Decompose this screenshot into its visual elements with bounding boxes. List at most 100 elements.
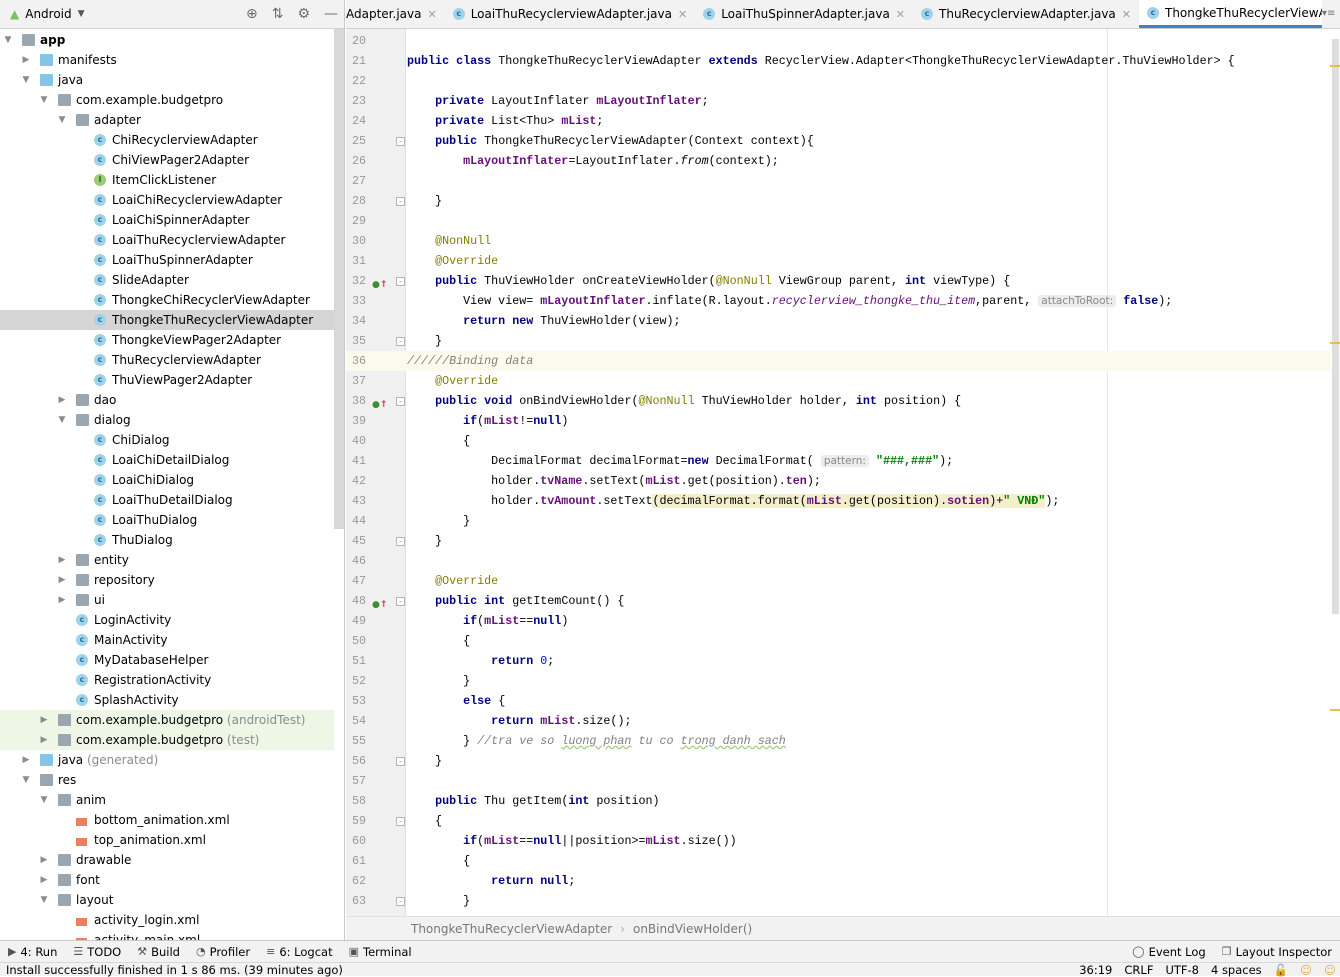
code-line[interactable]: 36 //////Binding data <box>346 351 1330 371</box>
code-editor[interactable]: 20 21 public class ThongkeThuRecyclerViewA… <box>346 29 1330 916</box>
code-line[interactable]: 22 <box>346 71 1330 91</box>
tree-scrollbar[interactable] <box>334 29 344 529</box>
tab-adapter[interactable]: Adapter.java ✕ <box>346 0 445 28</box>
inspector-face-icon[interactable]: ☺ <box>1300 963 1312 977</box>
tree-item[interactable]: ▶ drawable <box>0 850 334 870</box>
minimize-icon[interactable]: — <box>324 6 338 22</box>
close-icon[interactable]: ✕ <box>1122 8 1131 21</box>
fold-marker-icon[interactable]: - <box>396 537 405 546</box>
collapsed-arrow-icon[interactable]: ▶ <box>39 735 49 745</box>
scrollbar-thumb[interactable] <box>1332 39 1339 614</box>
close-icon[interactable]: ✕ <box>896 8 905 21</box>
tree-item[interactable]: c SplashActivity <box>0 690 334 710</box>
warning-marker[interactable] <box>1330 342 1340 344</box>
code-line[interactable]: 60 if(mList==null||position>=mList.size(… <box>346 831 1330 851</box>
tree-item[interactable]: ▼ layout <box>0 890 334 910</box>
fold-marker-icon[interactable]: - <box>396 817 405 826</box>
tree-item[interactable]: ▼ com.example.budgetpro <box>0 90 334 110</box>
editor-scrollbar[interactable] <box>1330 29 1340 916</box>
tree-item[interactable]: c LoaiChiSpinnerAdapter <box>0 210 334 230</box>
tree-item[interactable]: c SlideAdapter <box>0 270 334 290</box>
tree-item[interactable]: activity_login.xml <box>0 910 334 930</box>
fold-marker-icon[interactable]: - <box>396 597 405 606</box>
tree-item[interactable]: c LoaiThuRecyclerviewAdapter <box>0 230 334 250</box>
tool-window-profiler[interactable]: ◔ Profiler <box>188 945 258 959</box>
tool-window-event-log[interactable]: ◯ Event Log <box>1124 945 1213 959</box>
code-line[interactable]: 57 <box>346 771 1330 791</box>
collapsed-arrow-icon[interactable]: ▶ <box>21 755 31 765</box>
lock-icon[interactable]: 🔓 <box>1274 963 1288 977</box>
chevron-down-icon[interactable]: ▼ <box>78 9 85 19</box>
tool-window-logcat[interactable]: ≡ 6: Logcat <box>258 945 341 959</box>
tree-item[interactable]: ▶ repository <box>0 570 334 590</box>
code-line[interactable]: 38 ●↑ - public void onBindViewHolder(@NonN… <box>346 391 1330 411</box>
collapsed-arrow-icon[interactable]: ▶ <box>39 875 49 885</box>
tree-item[interactable]: c ThuDialog <box>0 530 334 550</box>
tab-loaithuspinneradapter[interactable]: c LoaiThuSpinnerAdapter.java ✕ <box>695 0 913 28</box>
tree-item[interactable]: c LoaiThuSpinnerAdapter <box>0 250 334 270</box>
breadcrumb-method[interactable]: onBindViewHolder() <box>633 922 752 936</box>
feedback-face-icon[interactable]: ☺ <box>1324 963 1336 977</box>
code-line[interactable]: 47 @Override <box>346 571 1330 591</box>
code-line[interactable]: 33 View view= mLayoutInflater.inflate(R.… <box>346 291 1330 311</box>
tree-item[interactable]: c ChiViewPager2Adapter <box>0 150 334 170</box>
tree-item[interactable]: c LoaiThuDialog <box>0 510 334 530</box>
code-line[interactable]: 54 return mList.size(); <box>346 711 1330 731</box>
code-line[interactable]: 37 @Override <box>346 371 1330 391</box>
status-message[interactable]: Install successfully finished in 1 s 86 … <box>6 963 343 977</box>
tool-window-todo[interactable]: ☰ TODO <box>65 945 129 959</box>
tree-item[interactable]: c LoaiChiRecyclerviewAdapter <box>0 190 334 210</box>
code-line[interactable]: 59 - { <box>346 811 1330 831</box>
fold-marker-icon[interactable]: - <box>396 397 405 406</box>
tree-item[interactable]: ▶ manifests <box>0 50 334 70</box>
code-line[interactable]: 21 public class ThongkeThuRecyclerViewAda… <box>346 51 1330 71</box>
tree-item[interactable]: ▼ adapter <box>0 110 334 130</box>
tree-item[interactable]: c LoaiChiDialog <box>0 470 334 490</box>
tab-loaithurecyclerviewadapter[interactable]: c LoaiThuRecyclerviewAdapter.java ✕ <box>445 0 696 28</box>
gear-icon[interactable]: ⚙ <box>297 6 310 22</box>
tree-item[interactable]: c RegistrationActivity <box>0 670 334 690</box>
code-line[interactable]: 30 @NonNull <box>346 231 1330 251</box>
collapsed-arrow-icon[interactable]: ▶ <box>57 555 67 565</box>
code-line[interactable]: 39 if(mList!=null) <box>346 411 1330 431</box>
code-line[interactable]: 61 { <box>346 851 1330 871</box>
tree-item[interactable]: bottom_animation.xml <box>0 810 334 830</box>
fold-marker-icon[interactable]: - <box>396 757 405 766</box>
close-icon[interactable]: ✕ <box>678 8 687 21</box>
view-selector[interactable]: Android <box>25 7 71 21</box>
code-line[interactable]: 28 - } <box>346 191 1330 211</box>
tree-item[interactable]: ▶ dao <box>0 390 334 410</box>
collapsed-arrow-icon[interactable]: ▶ <box>57 595 67 605</box>
code-line[interactable]: 26 mLayoutInflater=LayoutInflater.from(c… <box>346 151 1330 171</box>
tab-list-menu-icon[interactable]: ▾≡ <box>1322 0 1340 28</box>
code-line[interactable]: 63 - } <box>346 891 1330 911</box>
collapsed-arrow-icon[interactable]: ▶ <box>57 575 67 585</box>
tab-thurecyclerviewadapter[interactable]: c ThuRecyclerviewAdapter.java ✕ <box>913 0 1139 28</box>
code-line[interactable]: 23 private LayoutInflater mLayoutInflate… <box>346 91 1330 111</box>
line-separator[interactable]: CRLF <box>1124 963 1153 977</box>
tree-item[interactable]: c MyDatabaseHelper <box>0 650 334 670</box>
code-line[interactable]: 48 ●↑ - public int getItemCount() { <box>346 591 1330 611</box>
expanded-arrow-icon[interactable]: ▼ <box>21 775 31 785</box>
code-line[interactable]: 42 holder.tvName.setText(mList.get(posit… <box>346 471 1330 491</box>
code-line[interactable]: 50 { <box>346 631 1330 651</box>
tree-item[interactable]: ▶ ui <box>0 590 334 610</box>
tree-item[interactable]: c ThuRecyclerviewAdapter <box>0 350 334 370</box>
collapse-all-icon[interactable]: ⇅ <box>272 6 284 22</box>
expanded-arrow-icon[interactable]: ▼ <box>21 75 31 85</box>
expanded-arrow-icon[interactable]: ▼ <box>39 95 49 105</box>
code-line[interactable]: 55 } //tra ve so luong phan tu co trong … <box>346 731 1330 751</box>
indent-setting[interactable]: 4 spaces <box>1211 963 1262 977</box>
code-line[interactable]: 45 - } <box>346 531 1330 551</box>
fold-marker-icon[interactable]: - <box>396 137 405 146</box>
close-icon[interactable]: ✕ <box>427 8 436 21</box>
tree-item[interactable]: ▼ app <box>0 30 334 50</box>
tree-item[interactable]: c LoginActivity <box>0 610 334 630</box>
fold-marker-icon[interactable]: - <box>396 897 405 906</box>
tree-item[interactable]: ▼ res <box>0 770 334 790</box>
tree-item[interactable]: c ChiRecyclerviewAdapter <box>0 130 334 150</box>
code-line[interactable]: 29 <box>346 211 1330 231</box>
tree-item[interactable]: ▶ font <box>0 870 334 890</box>
breadcrumb-class[interactable]: ThongkeThuRecyclerViewAdapter <box>411 922 612 936</box>
tree-item[interactable]: top_animation.xml <box>0 830 334 850</box>
